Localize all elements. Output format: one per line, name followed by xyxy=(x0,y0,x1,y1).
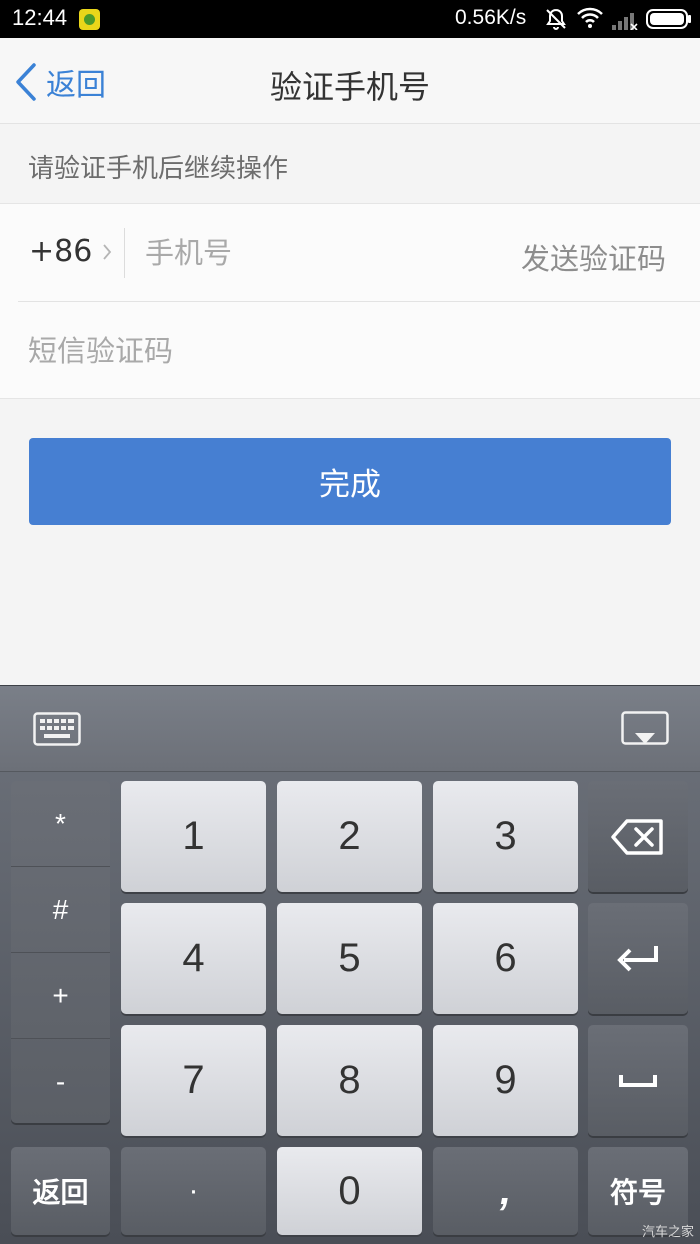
key-6[interactable]: 6 xyxy=(433,903,578,1014)
keyboard-toolbar xyxy=(0,686,700,772)
phone-input[interactable] xyxy=(145,228,475,278)
keyboard-back-key[interactable]: 返回 xyxy=(11,1147,110,1235)
divider xyxy=(18,301,700,302)
page-title: 验证手机号 xyxy=(269,68,430,106)
country-code-selector[interactable]: +86 xyxy=(29,234,112,269)
wifi-icon xyxy=(577,7,603,28)
numeric-keyboard: * # + - 1 2 3 4 5 6 7 8 9 返回 · 0 , 符号 汽车… xyxy=(0,685,700,1244)
country-code: +86 xyxy=(29,234,93,269)
key-2[interactable]: 2 xyxy=(277,781,422,892)
symbol-column: * # + - xyxy=(11,781,110,1123)
status-bar: 12:44 0.56K/s xyxy=(0,0,700,38)
key-3[interactable]: 3 xyxy=(433,781,578,892)
backspace-key[interactable] xyxy=(588,781,688,892)
key-hash[interactable]: # xyxy=(11,867,110,953)
watermark: 汽车之家 xyxy=(641,1225,694,1240)
key-minus[interactable]: - xyxy=(11,1039,110,1125)
instruction-text: 请验证手机后继续操作 xyxy=(28,154,289,184)
key-0[interactable]: 0 xyxy=(277,1147,422,1235)
chevron-right-icon xyxy=(103,243,112,260)
key-4[interactable]: 4 xyxy=(121,903,266,1014)
key-comma[interactable]: , xyxy=(433,1147,578,1235)
header: 返回 验证手机号 xyxy=(0,38,700,124)
key-dot[interactable]: · xyxy=(121,1147,266,1235)
space-icon xyxy=(619,1074,657,1087)
signal-icon xyxy=(612,13,638,30)
send-code-button[interactable]: 发送验证码 xyxy=(521,236,666,278)
enter-key[interactable] xyxy=(588,903,688,1014)
key-5[interactable]: 5 xyxy=(277,903,422,1014)
key-9[interactable]: 9 xyxy=(433,1025,578,1136)
battery-icon xyxy=(646,9,691,29)
phone-row: +86 发送验证码 xyxy=(0,204,700,301)
screen: { "status_bar": { "time": "12:44", "spee… xyxy=(0,0,700,1244)
space-key[interactable] xyxy=(588,1025,688,1136)
divider xyxy=(124,228,125,278)
done-button[interactable]: 完成 xyxy=(29,438,671,525)
network-speed: 0.56K/s xyxy=(455,6,527,29)
bell-muted-icon xyxy=(546,8,566,30)
keyboard-hide-icon[interactable] xyxy=(621,711,669,749)
key-plus[interactable]: + xyxy=(11,953,110,1039)
backspace-icon xyxy=(611,818,663,855)
enter-icon xyxy=(617,945,658,971)
key-asterisk[interactable]: * xyxy=(11,781,110,867)
keyboard-icon[interactable] xyxy=(33,712,81,746)
verify-form: +86 发送验证码 xyxy=(0,203,700,399)
status-time: 12:44 xyxy=(12,5,68,30)
key-8[interactable]: 8 xyxy=(277,1025,422,1136)
key-7[interactable]: 7 xyxy=(121,1025,266,1136)
key-1[interactable]: 1 xyxy=(121,781,266,892)
app-notification-icon xyxy=(79,9,100,30)
sms-code-input[interactable] xyxy=(28,326,628,376)
